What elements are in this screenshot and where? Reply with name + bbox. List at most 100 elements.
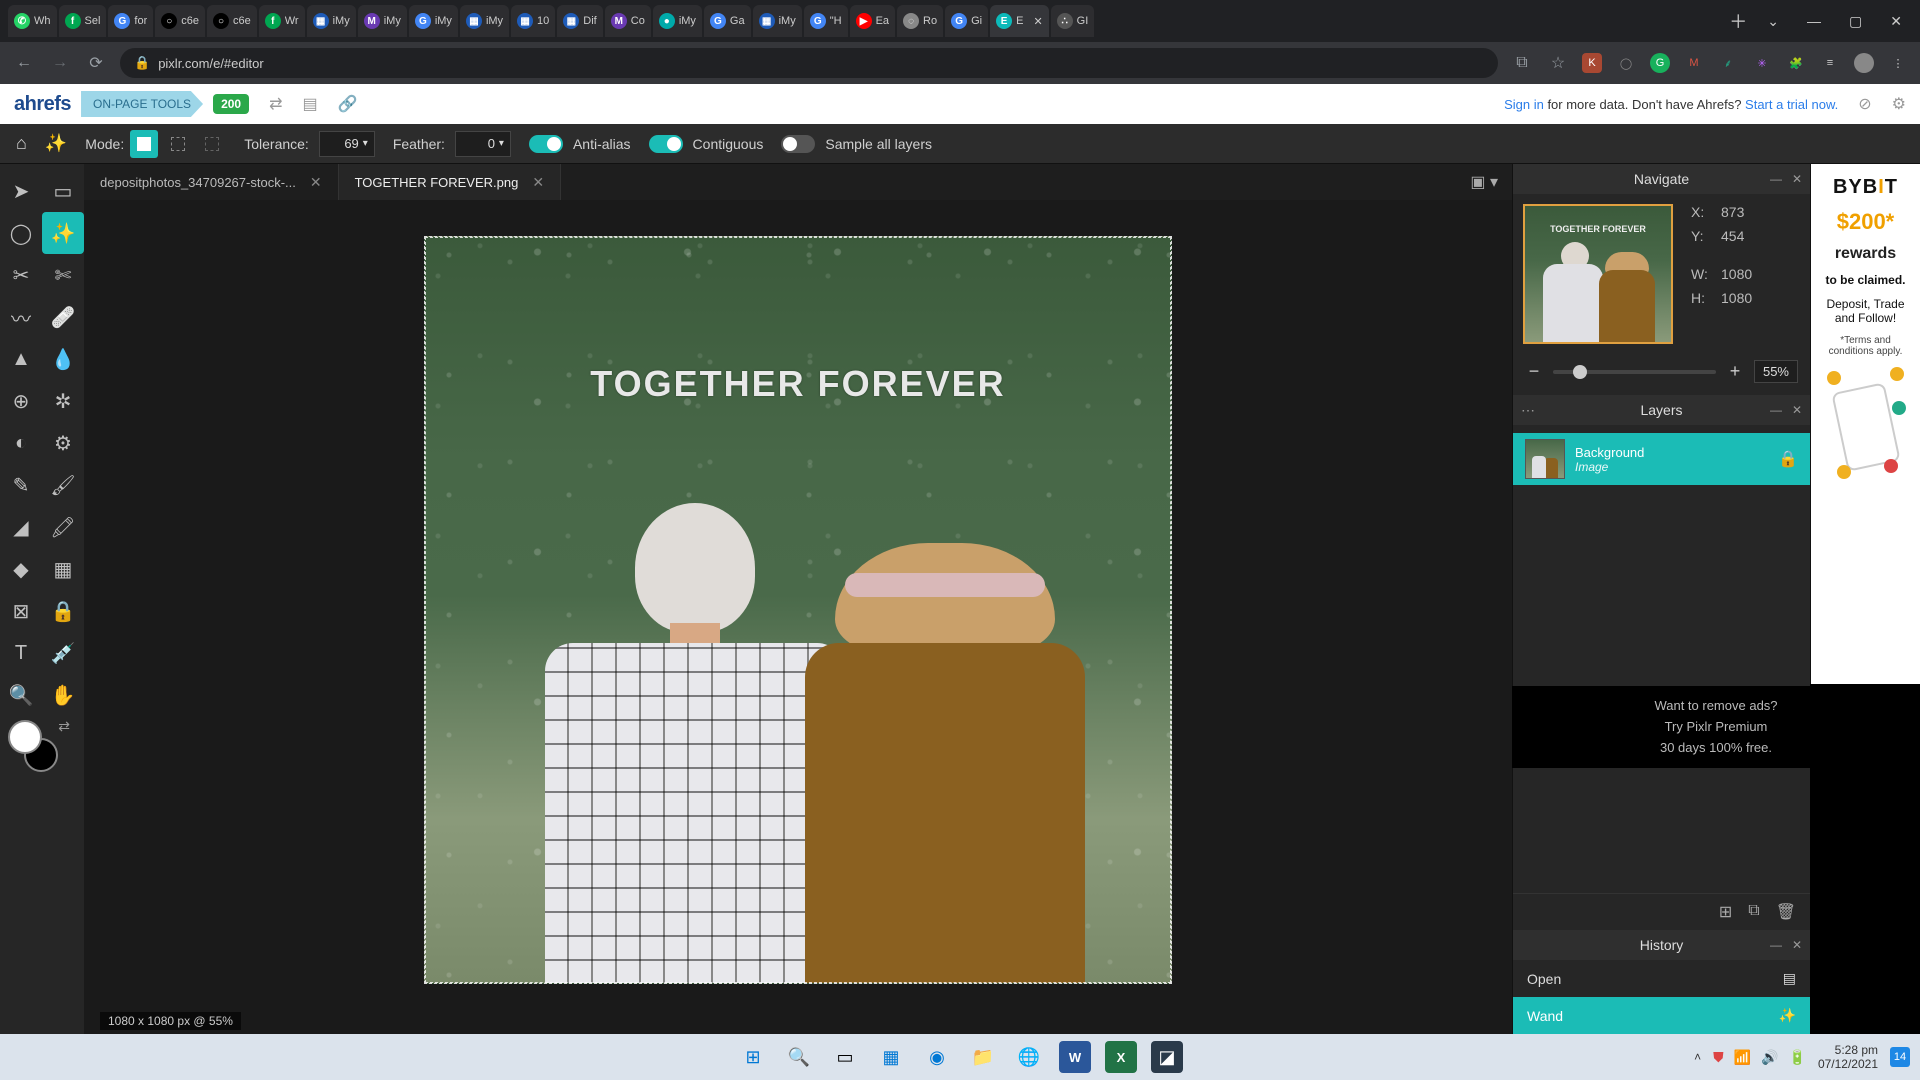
browser-tab[interactable]: ∴GI: [1051, 5, 1095, 37]
notification-badge[interactable]: 14: [1890, 1047, 1910, 1067]
minimize-icon[interactable]: —: [1770, 938, 1782, 952]
reading-list-icon[interactable]: ≡: [1820, 53, 1840, 73]
blur-tool[interactable]: 💧: [42, 338, 84, 380]
browser-tab[interactable]: ◌Ro: [897, 5, 943, 37]
zoom-in-button[interactable]: +: [1726, 361, 1744, 382]
add-layer-icon[interactable]: ⊞: [1719, 902, 1732, 922]
navigate-panel-header[interactable]: Navigate —✕: [1513, 164, 1810, 194]
minimize-icon[interactable]: —: [1770, 403, 1782, 417]
layout-dropdown[interactable]: ▣ ▾: [1456, 164, 1512, 200]
duplicate-layer-icon[interactable]: ⧉: [1748, 902, 1759, 922]
tolerance-input[interactable]: 69▾: [319, 131, 375, 157]
start-button[interactable]: ⊞: [737, 1041, 769, 1073]
frame-tool[interactable]: 🔒: [42, 590, 84, 632]
history-item-wand[interactable]: Wand✨: [1513, 997, 1810, 1034]
tab-close-icon[interactable]: ✕: [532, 174, 544, 191]
eraser-tool[interactable]: ◢: [0, 506, 42, 548]
hand-tool[interactable]: ✋: [42, 674, 84, 716]
tab-close-icon[interactable]: ✕: [1033, 15, 1042, 28]
zoom-value[interactable]: 55%: [1754, 360, 1798, 383]
widgets-icon[interactable]: ▦: [875, 1041, 907, 1073]
layer-row-background[interactable]: Background Image 🔒: [1513, 433, 1810, 485]
browser-tab[interactable]: ▦10: [511, 5, 555, 37]
document-tab[interactable]: TOGETHER FOREVER.png✕: [339, 164, 561, 200]
tray-clock[interactable]: 5:28 pm 07/12/2021: [1818, 1043, 1878, 1072]
mode-subtract-selection[interactable]: [198, 130, 226, 158]
shape-tool[interactable]: ⊠: [0, 590, 42, 632]
browser-tab[interactable]: ▦iMy: [460, 5, 509, 37]
ext-icon-mail[interactable]: M: [1684, 53, 1704, 73]
ahrefs-signin-link[interactable]: Sign in: [1504, 97, 1544, 112]
sponge-tool[interactable]: ✲: [42, 380, 84, 422]
reload-button[interactable]: ⟳: [84, 53, 108, 73]
premium-promo[interactable]: Want to remove ads? Try Pixlr Premium 30…: [1512, 686, 1920, 768]
ahrefs-page-icon[interactable]: ▤: [303, 94, 318, 114]
zoom-slider[interactable]: [1553, 370, 1716, 374]
browser-tab[interactable]: Gfor: [108, 5, 153, 37]
document-tab[interactable]: depositphotos_34709267-stock-...✕: [84, 164, 339, 200]
browser-tab[interactable]: fSel: [59, 5, 107, 37]
history-item-open[interactable]: Open▤: [1513, 960, 1810, 997]
toning-tool[interactable]: ⚙: [42, 422, 84, 464]
tray-overflow-icon[interactable]: ˄: [1694, 1050, 1701, 1064]
browser-tab[interactable]: EE✕: [990, 5, 1049, 37]
ahrefs-trial-link[interactable]: Start a trial now.: [1745, 97, 1838, 112]
canvas-viewport[interactable]: TOGETHER FOREVER: [84, 200, 1512, 1034]
ahrefs-block-icon[interactable]: ⊘: [1858, 94, 1871, 114]
mode-new-selection[interactable]: [130, 130, 158, 158]
browser-tab[interactable]: ▦Dif: [557, 5, 602, 37]
tray-security-icon[interactable]: ⛊: [1713, 1049, 1724, 1066]
contiguous-toggle[interactable]: [649, 135, 683, 153]
ext-icon-grammarly[interactable]: G: [1650, 53, 1670, 73]
close-icon[interactable]: ✕: [1792, 403, 1802, 417]
text-tool[interactable]: T: [0, 632, 42, 674]
task-view-icon[interactable]: ▭: [829, 1041, 861, 1073]
heal-tool[interactable]: 🩹: [42, 296, 84, 338]
word-icon[interactable]: W: [1059, 1041, 1091, 1073]
browser-tab[interactable]: GGi: [945, 5, 988, 37]
ext-icon-burst[interactable]: ✳: [1752, 53, 1772, 73]
sample-all-toggle[interactable]: [781, 135, 815, 153]
canvas[interactable]: TOGETHER FOREVER: [424, 236, 1172, 984]
ext-icon-k[interactable]: K: [1582, 53, 1602, 73]
browser-tab[interactable]: GiMy: [409, 5, 458, 37]
ahrefs-settings-icon[interactable]: ⚙: [1892, 94, 1906, 114]
explorer-icon[interactable]: 📁: [967, 1041, 999, 1073]
minimize-icon[interactable]: —: [1770, 172, 1782, 186]
cutout-tool[interactable]: ✄: [42, 254, 84, 296]
browser-tab[interactable]: ○c6e: [155, 5, 205, 37]
dodge-tool[interactable]: ◐: [0, 422, 42, 464]
home-button[interactable]: ⌂: [16, 133, 27, 154]
tray-battery-icon[interactable]: 🔋: [1789, 1049, 1806, 1066]
arrow-tool[interactable]: ➤: [0, 170, 42, 212]
color-swatches[interactable]: ⇄: [0, 716, 84, 786]
browser-tab[interactable]: ✆Wh: [8, 5, 57, 37]
browser-tab[interactable]: GGa: [704, 5, 751, 37]
on-page-tools-button[interactable]: ON-PAGE TOOLS: [81, 91, 203, 117]
browser-tab[interactable]: MCo: [605, 5, 651, 37]
close-icon[interactable]: ✕: [1792, 938, 1802, 952]
crop-tool[interactable]: ✂: [0, 254, 42, 296]
window-maximize-icon[interactable]: ▢: [1839, 7, 1872, 36]
clone-tool[interactable]: ▲: [0, 338, 42, 380]
browser-tab[interactable]: ▦iMy: [753, 5, 802, 37]
mode-add-selection[interactable]: [164, 130, 192, 158]
browser-tab[interactable]: ●iMy: [653, 5, 702, 37]
window-close-icon[interactable]: ✕: [1880, 7, 1912, 36]
eyedropper-tool[interactable]: 💉: [42, 632, 84, 674]
search-icon[interactable]: 🔍: [783, 1041, 815, 1073]
window-minimize-icon[interactable]: —: [1797, 7, 1831, 36]
layers-panel-header[interactable]: ⋯ Layers —✕: [1513, 395, 1810, 425]
feather-input[interactable]: 0▾: [455, 131, 511, 157]
excel-icon[interactable]: X: [1105, 1041, 1137, 1073]
browser-tab[interactable]: ○c6e: [207, 5, 257, 37]
marquee-tool[interactable]: ▭: [42, 170, 84, 212]
wand-tool[interactable]: ✨: [42, 212, 84, 254]
bookmark-star-icon[interactable]: ☆: [1546, 53, 1570, 73]
tab-close-icon[interactable]: ✕: [310, 174, 322, 191]
zoom-out-button[interactable]: −: [1525, 361, 1543, 382]
navigate-thumbnail[interactable]: TOGETHER FOREVER: [1523, 204, 1673, 344]
lock-icon[interactable]: 🔒: [1778, 449, 1798, 469]
install-app-icon[interactable]: ⧉: [1510, 54, 1534, 72]
zoom-tool[interactable]: 🔍: [0, 674, 42, 716]
